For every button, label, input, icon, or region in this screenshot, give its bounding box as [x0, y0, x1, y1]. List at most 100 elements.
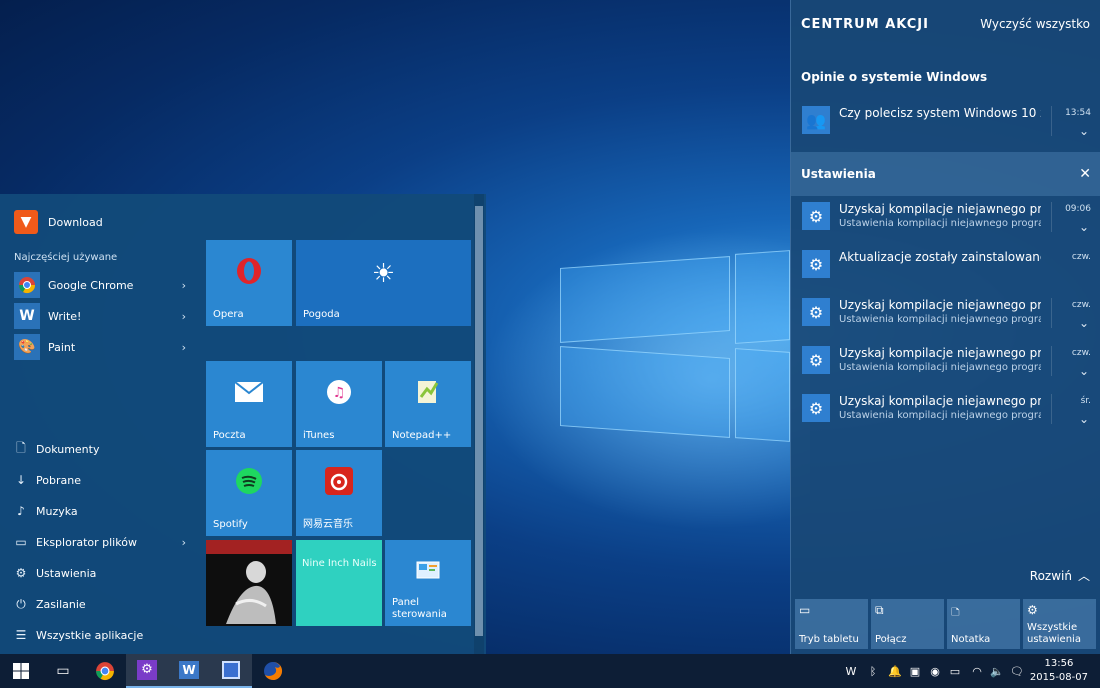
notification-item[interactable]: ⚙ Uzyskaj kompilacje niejawnego prog Ust…: [791, 196, 1100, 242]
wallpaper-window-pane: [735, 348, 790, 442]
taskbar-app-button[interactable]: ⚙: [126, 654, 168, 688]
nav-power[interactable]: ⏻ Zasilanie: [14, 594, 186, 614]
chevron-right-icon[interactable]: ›: [182, 536, 186, 549]
nav-downloads[interactable]: ↓ Pobrane: [14, 470, 186, 490]
tile-itunes[interactable]: ♫ iTunes: [296, 361, 382, 447]
nav-music[interactable]: ♪ Muzyka: [14, 501, 186, 521]
action-center-icon[interactable]: 🗨: [1008, 654, 1026, 688]
nav-all-apps[interactable]: ☰ Wszystkie aplikacje: [14, 625, 186, 645]
floppy-disk-icon: [222, 661, 240, 679]
notification-bell-icon[interactable]: 🔔: [886, 654, 904, 688]
control-panel-icon: [416, 561, 440, 587]
firefox-icon: [264, 661, 283, 680]
notification-item[interactable]: ⚙ Uzyskaj kompilacje niejawnego prog Ust…: [791, 292, 1100, 338]
app-item-label: Google Chrome: [48, 278, 134, 292]
quick-action-note[interactable]: 🗅 Notatka: [947, 599, 1020, 649]
divider: [1051, 106, 1052, 136]
mail-icon: [234, 381, 264, 408]
scrollbar-thumb[interactable]: [475, 206, 483, 636]
tile-netease-music[interactable]: 网易云音乐: [296, 450, 382, 536]
tile-control-panel[interactable]: Panel sterowania: [385, 540, 471, 626]
task-view-button[interactable]: ▭: [42, 654, 84, 688]
quick-action-all-settings[interactable]: ⚙ Wszystkie ustawienia: [1023, 599, 1096, 649]
battery-icon[interactable]: ▭: [946, 654, 964, 688]
notification-item[interactable]: ⚙ Aktualizacje zostały zainstalowane czw…: [791, 244, 1100, 290]
start-menu-scrollbar[interactable]: [474, 194, 484, 654]
tile-spotify[interactable]: Spotify: [206, 450, 292, 536]
notification-item[interactable]: ⚙ Uzyskaj kompilacje niejawnego prog Ust…: [791, 388, 1100, 434]
clock[interactable]: 13:56 2015-08-07: [1030, 657, 1088, 685]
quick-action-connect[interactable]: ⧉ Połącz: [871, 599, 944, 649]
notification-item[interactable]: 👥 Czy polecisz system Windows 10 zn 13:5…: [791, 100, 1100, 146]
app-item-label: Paint: [48, 340, 76, 354]
wallpaper-window-pane: [560, 256, 730, 343]
purple-gear-app-icon: ⚙: [137, 660, 157, 680]
nav-documents[interactable]: 🗋 Dokumenty: [14, 439, 186, 459]
app-item-paint[interactable]: 🎨 Paint ›: [14, 334, 186, 360]
user-account[interactable]: ▼ Download: [14, 210, 103, 234]
most-used-label: Najczęściej używane: [14, 252, 118, 263]
download-arrow-icon: ↓: [15, 473, 27, 487]
chevron-right-icon[interactable]: ›: [182, 310, 186, 323]
taskbar-write-button[interactable]: W: [168, 654, 210, 688]
notification-subtitle: Ustawienia kompilacji niejawnego progra: [839, 410, 1041, 421]
notification-subtitle: Ustawienia kompilacji niejawnego progra: [839, 362, 1041, 373]
feedback-icon: 👥: [802, 106, 830, 134]
chevron-right-icon[interactable]: ›: [182, 341, 186, 354]
chevron-down-icon[interactable]: ⌄: [1079, 220, 1089, 234]
taskbar-firefox-button[interactable]: [252, 654, 294, 688]
chevron-down-icon[interactable]: ⌄: [1079, 412, 1089, 426]
spotify-icon: [235, 467, 263, 501]
tile-notepad-plus-plus[interactable]: Notepad++: [385, 361, 471, 447]
tile-label: Spotify: [213, 519, 248, 530]
tile-label: Panel sterowania: [392, 597, 447, 620]
app-item-google-chrome[interactable]: Google Chrome ›: [14, 272, 186, 298]
nav-label: Muzyka: [36, 504, 78, 518]
user-avatar: ▼: [14, 210, 38, 234]
notification-item[interactable]: ⚙ Uzyskaj kompilacje niejawnego prog Ust…: [791, 340, 1100, 386]
tile-nine-inch-nails[interactable]: Nine Inch Nails: [296, 540, 382, 626]
chevron-right-icon[interactable]: ›: [182, 279, 186, 292]
chevron-down-icon[interactable]: ⌄: [1079, 316, 1089, 330]
chevron-down-icon[interactable]: ⌄: [1079, 124, 1089, 138]
taskbar: ▭ ⚙ W W ᛒ 🔔 ▣ ◉ ▭ ◠ 🔈 🗨 13:56 2015-08-07: [0, 654, 1100, 688]
clear-all-button[interactable]: Wyczyść wszystko: [980, 17, 1090, 31]
quick-action-label: Notatka: [951, 634, 991, 645]
itunes-icon: ♫: [326, 379, 352, 411]
write-tray-icon[interactable]: W: [842, 654, 860, 688]
chrome-tray-icon[interactable]: ◉: [926, 654, 944, 688]
start-button[interactable]: [0, 654, 42, 688]
nav-label: Zasilanie: [36, 597, 86, 611]
notification-group-header[interactable]: Ustawienia ✕: [791, 152, 1100, 196]
start-menu-left-column: ▼ Download Najczęściej używane Google Ch…: [0, 194, 200, 654]
nav-settings[interactable]: ⚙ Ustawienia: [14, 563, 186, 583]
taskbar-chrome-button[interactable]: [84, 654, 126, 688]
taskbar-save-app-button[interactable]: [210, 654, 252, 688]
app-item-write[interactable]: W Write! ›: [14, 303, 186, 329]
close-icon[interactable]: ✕: [1079, 166, 1091, 182]
nav-file-explorer[interactable]: ▭ Eksplorator plików ›: [14, 532, 186, 552]
wifi-icon[interactable]: ◠: [968, 654, 986, 688]
notification-subtitle: Ustawienia kompilacji niejawnego progra: [839, 218, 1041, 229]
notification-title: Czy polecisz system Windows 10 zn: [839, 106, 1041, 120]
tile-album-art[interactable]: [206, 540, 292, 626]
action-center-title: CENTRUM AKCJI: [801, 17, 929, 32]
expand-quick-actions-button[interactable]: Rozwiń ︿: [1030, 567, 1090, 584]
tile-label: Notepad++: [392, 430, 452, 441]
sun-icon: ☀: [371, 259, 396, 290]
tile-mail[interactable]: Poczta: [206, 361, 292, 447]
write-icon: W: [179, 661, 199, 679]
tablet-mode-icon: ▭: [799, 603, 811, 617]
notification-group-header[interactable]: Opinie o systemie Windows: [791, 55, 1100, 99]
tray-app-icon[interactable]: ▣: [906, 654, 924, 688]
quick-action-tablet-mode[interactable]: ▭ Tryb tabletu: [795, 599, 868, 649]
tile-opera[interactable]: Opera: [206, 240, 292, 326]
connect-icon: ⧉: [875, 603, 884, 617]
tile-weather[interactable]: ☀ Pogoda: [296, 240, 471, 326]
bluetooth-icon[interactable]: ᛒ: [864, 654, 882, 688]
volume-mute-icon[interactable]: 🔈: [988, 654, 1006, 688]
chevron-down-icon[interactable]: ⌄: [1079, 364, 1089, 378]
app-item-label: Write!: [48, 309, 82, 323]
notification-subtitle: Ustawienia kompilacji niejawnego progra: [839, 314, 1041, 325]
tile-label: Opera: [213, 309, 244, 320]
